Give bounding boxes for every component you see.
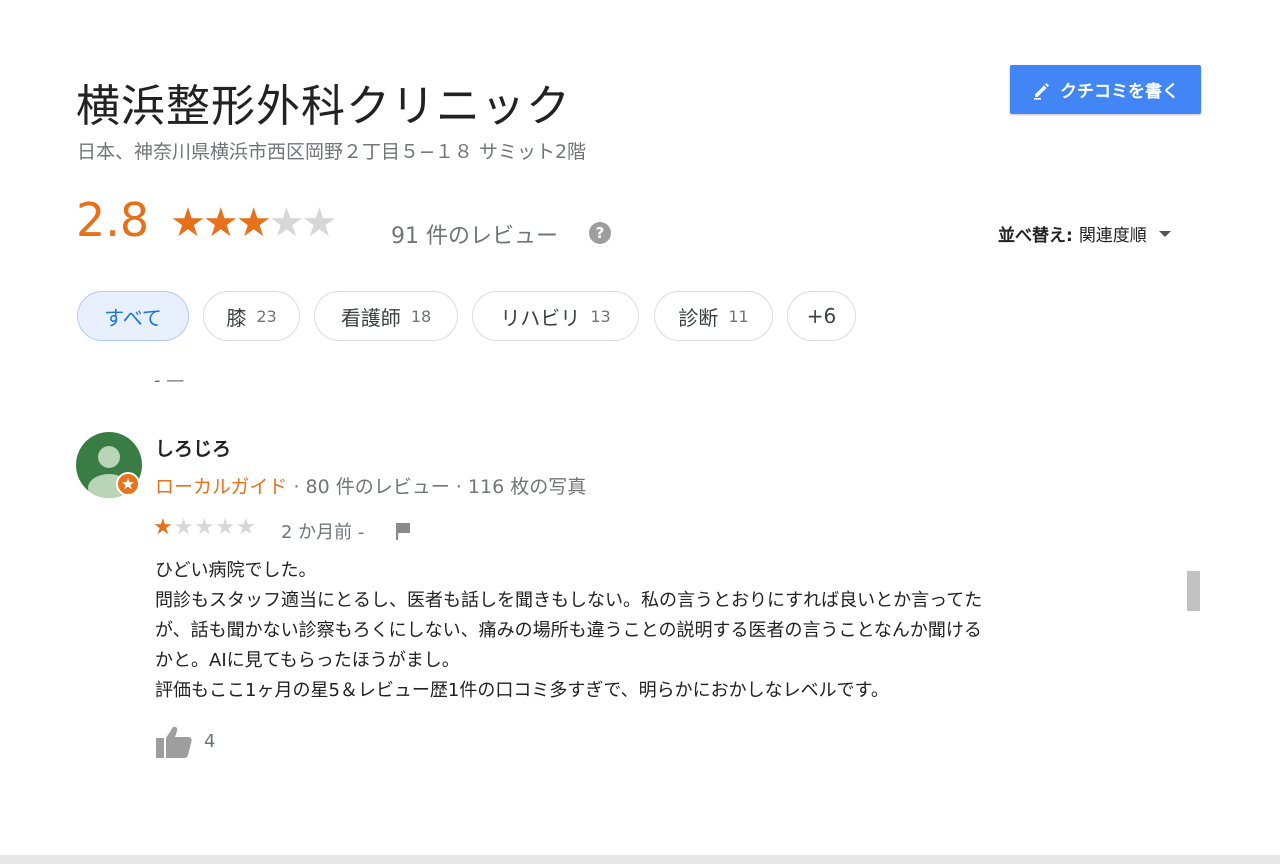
star-empty-icon: ★: [301, 200, 338, 246]
star-empty-icon: ★: [215, 515, 235, 540]
scrollbar-thumb[interactable]: [1187, 571, 1200, 611]
pencil-icon: [1034, 82, 1049, 100]
review-line: かと。AIに見てもらったほうがまし。: [155, 650, 460, 671]
sort-value: 関連度順: [1078, 226, 1147, 246]
chip-count: 13: [590, 306, 611, 326]
chip-count: 23: [256, 306, 277, 326]
write-review-label: クチコミを書く: [1060, 82, 1179, 102]
filter-chip-knee[interactable]: 膝 23: [203, 291, 300, 341]
rating-value: 2.8: [76, 193, 150, 247]
review-line: 評価もここ1ヶ月の星5＆レビュー歴1件の口コミ多すぎで、明らかにおかしなレベルで…: [155, 680, 889, 701]
chip-label: 膝: [226, 305, 247, 330]
star-filled-icon: ★: [202, 200, 239, 246]
star-empty-icon: ★: [173, 515, 194, 540]
reviewer-meta: ローカルガイド · 80 件のレビュー · 116 枚の写真: [155, 472, 586, 499]
chip-label: リハビリ: [500, 305, 581, 330]
dropdown-arrow-icon: [1158, 230, 1171, 237]
filter-chip-more[interactable]: +6: [787, 291, 856, 341]
filter-chip-all[interactable]: すべて: [77, 291, 189, 341]
flag-icon[interactable]: [393, 521, 413, 545]
rating-stars: ★ ★ ★ ★ ★: [170, 200, 338, 246]
thumbs-up-icon[interactable]: [155, 725, 193, 763]
write-review-button[interactable]: クチコミを書く: [1010, 65, 1201, 114]
star-filled-icon: ★: [153, 515, 173, 540]
chip-label: 診断: [678, 305, 719, 330]
sort-dropdown[interactable]: 並べ替え: 関連度順: [998, 221, 1171, 246]
bottom-strip: [0, 855, 1280, 864]
place-address: 日本、神奈川県横浜市西区岡野２丁目５−１８ サミット2階: [77, 141, 587, 163]
like-count: 4: [204, 731, 216, 752]
star-empty-icon: ★: [268, 200, 305, 246]
reviewer-stats: · 80 件のレビュー · 116 枚の写真: [287, 476, 587, 498]
chip-label: すべて: [104, 305, 162, 330]
place-name: 横浜整形外科クリニック: [76, 81, 571, 132]
chip-count: 18: [410, 306, 432, 326]
star-filled-icon: ★: [170, 200, 206, 246]
filter-chip-rehab[interactable]: リハビリ 13: [472, 291, 639, 341]
filter-chip-nurse[interactable]: 看護師 18: [314, 291, 458, 341]
chip-label: 看護師: [340, 305, 401, 330]
star-empty-icon: ★: [235, 515, 256, 540]
review-text: ひどい病院でした。 問診もスタッフ適当にとるし、医者も話しを聞きもしない。私の言…: [155, 556, 1165, 706]
separator: - —: [154, 370, 185, 391]
help-icon[interactable]: ?: [589, 222, 611, 244]
chip-count: 11: [728, 306, 749, 326]
star-empty-icon: ★: [194, 515, 215, 540]
local-guide-badge-icon: [116, 472, 140, 496]
review-date: 2 か月前 -: [281, 522, 365, 543]
local-guide-label[interactable]: ローカルガイド: [155, 476, 287, 498]
star-filled-icon: ★: [235, 200, 272, 246]
sort-label: 並べ替え:: [998, 226, 1073, 246]
review-line: 問診もスタッフ適当にとるし、医者も話しを聞きもしない。私の言うとおりにすれば良い…: [155, 590, 983, 611]
review-stars: ★ ★ ★ ★ ★: [153, 517, 257, 539]
review-line: ひどい病院でした。: [155, 560, 317, 581]
reviewer-name[interactable]: しろじろ: [155, 434, 231, 461]
review-count[interactable]: 91 件のレビュー: [391, 218, 558, 250]
filter-chip-diagnosis[interactable]: 診断 11: [654, 291, 773, 341]
chip-label: +6: [806, 304, 837, 328]
review-line: が、話も聞かない診察もろくにしない、痛みの場所も違うことの説明する医者の言うこと…: [155, 620, 982, 641]
